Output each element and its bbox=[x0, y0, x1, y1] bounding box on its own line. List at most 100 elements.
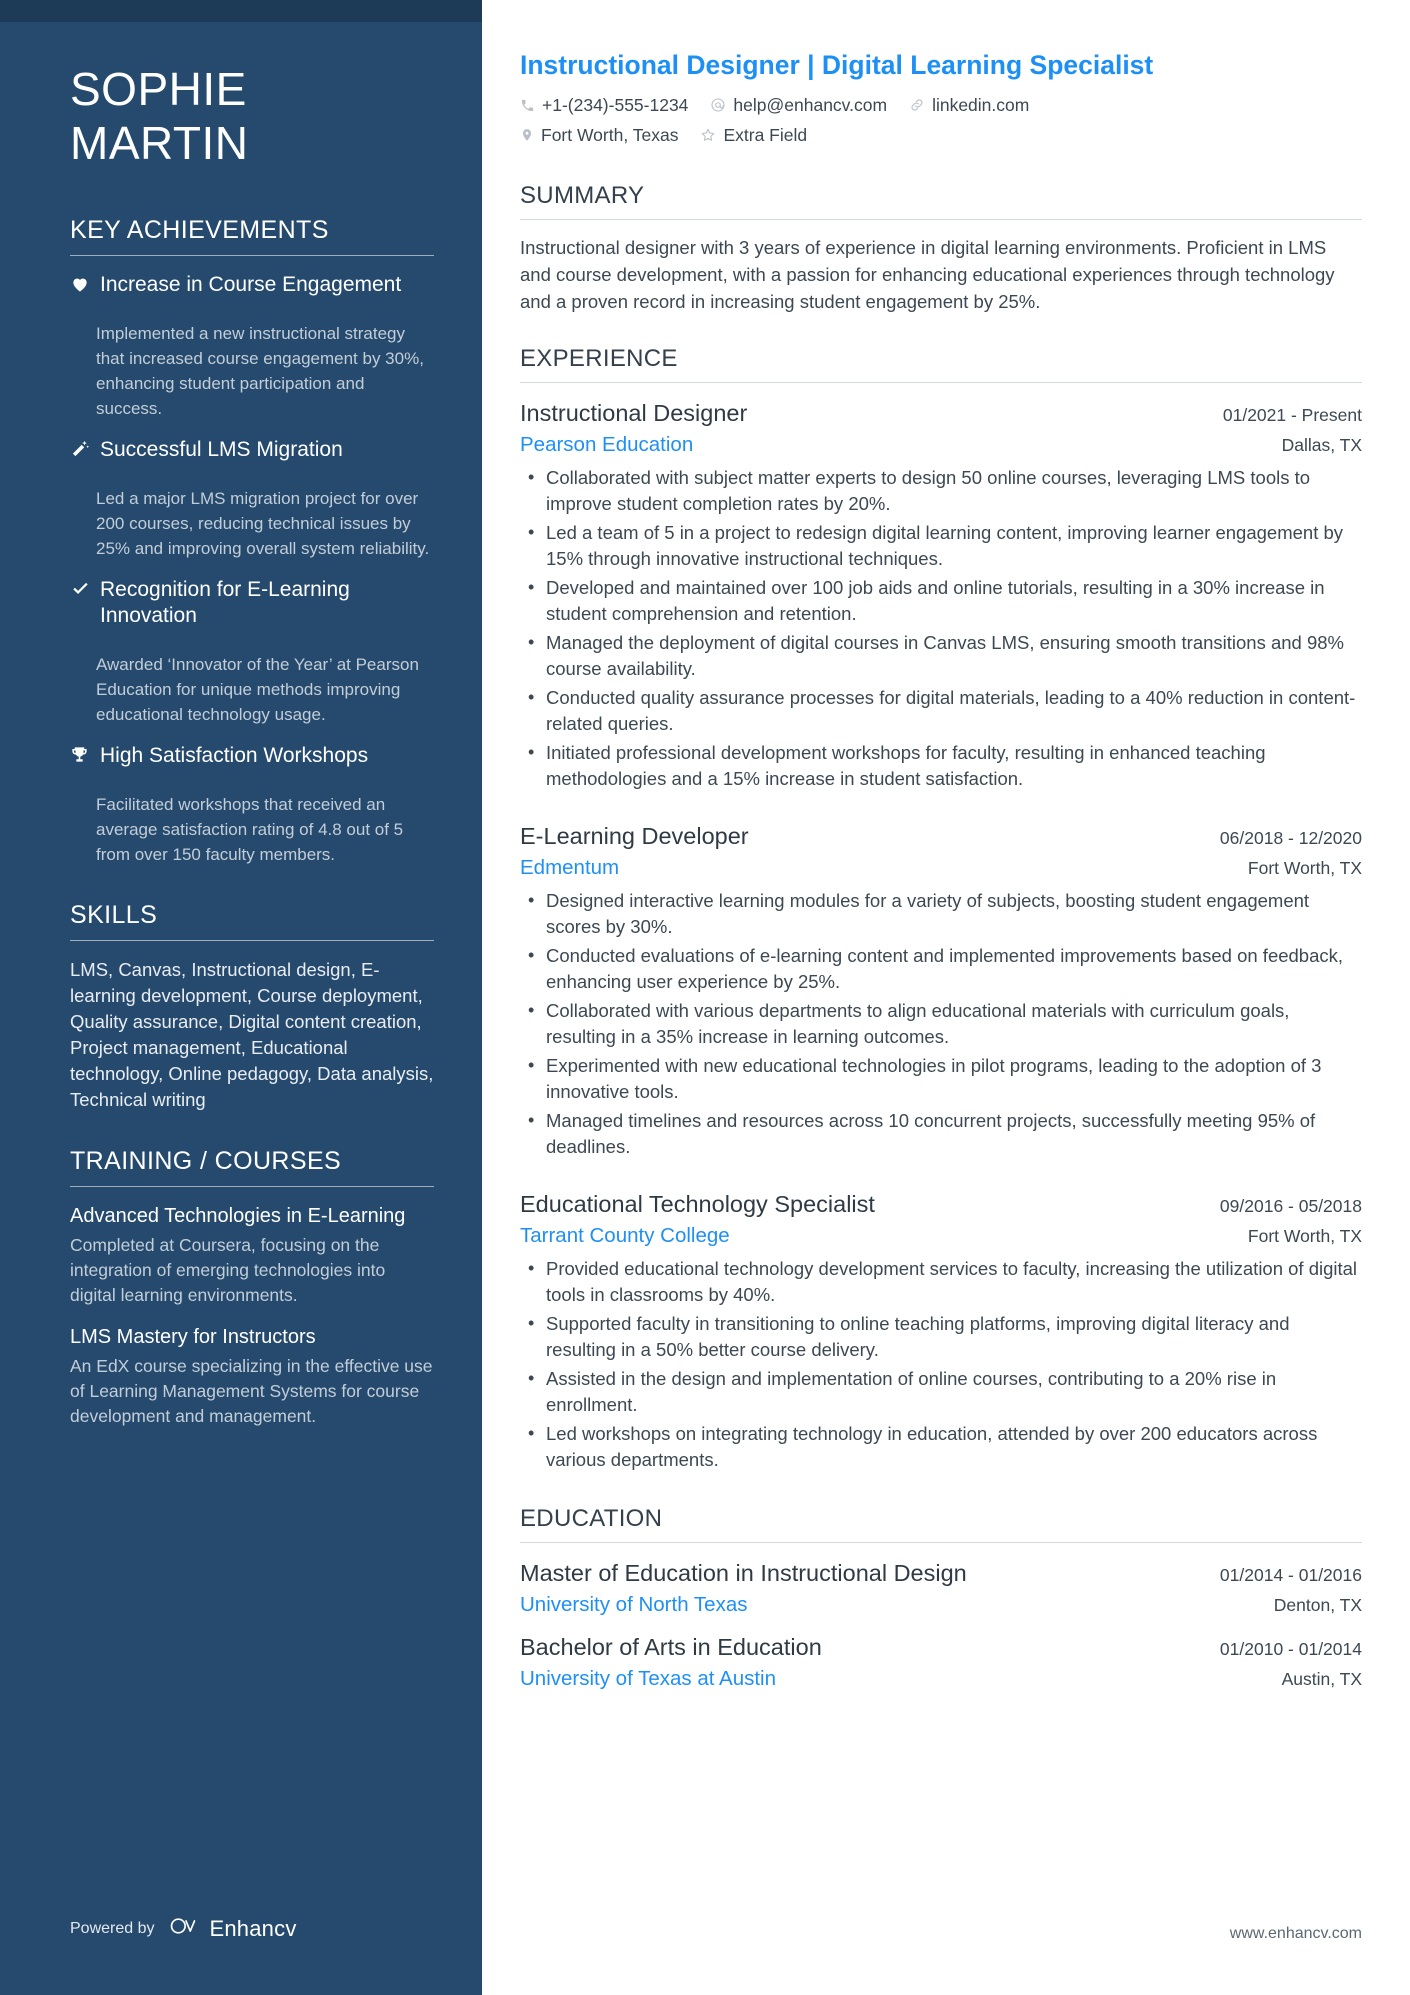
divider bbox=[70, 255, 434, 256]
bullet-item: Developed and maintained over 100 job ai… bbox=[520, 574, 1362, 627]
job-location: Fort Worth, TX bbox=[1247, 858, 1362, 878]
heart-icon bbox=[70, 272, 100, 303]
school-name[interactable]: University of North Texas bbox=[520, 1590, 747, 1619]
achievement-item: Increase in Course Engagement bbox=[70, 272, 434, 303]
contact-phone[interactable]: +1-(234)-555-1234 bbox=[520, 92, 688, 118]
job-bullets: Designed interactive learning modules fo… bbox=[520, 887, 1362, 1160]
footer-website-url[interactable]: www.enhancv.com bbox=[1230, 1925, 1362, 1943]
phone-icon bbox=[520, 98, 535, 113]
sidebar: SOPHIE MARTIN KEY ACHIEVEMENTS Increase … bbox=[0, 0, 482, 1995]
experience-section: EXPERIENCE Instructional Designer 01/202… bbox=[520, 345, 1362, 1473]
bullet-item: Supported faculty in transitioning to on… bbox=[520, 1310, 1362, 1363]
contact-extra-field: Extra Field bbox=[700, 122, 807, 148]
bullet-item: Assisted in the design and implementatio… bbox=[520, 1365, 1362, 1418]
key-achievements-section: KEY ACHIEVEMENTS Increase in Course Enga… bbox=[70, 216, 434, 867]
job-role: E-Learning Developer bbox=[520, 823, 749, 849]
education-heading: EDUCATION bbox=[520, 1505, 663, 1532]
experience-entry: Instructional Designer 01/2021 - Present… bbox=[520, 397, 1362, 792]
contact-row-primary: +1-(234)-555-1234 help@enhancv.com linke… bbox=[520, 92, 1362, 118]
contact-info: +1-(234)-555-1234 help@enhancv.com linke… bbox=[520, 92, 1362, 148]
bullet-item: Experimented with new educational techno… bbox=[520, 1052, 1362, 1105]
achievement-item: High Satisfaction Workshops bbox=[70, 743, 434, 774]
job-location: Dallas, TX bbox=[1281, 435, 1362, 455]
divider bbox=[520, 219, 1362, 220]
enhancv-logo-icon bbox=[169, 1915, 203, 1943]
job-company[interactable]: Edmentum bbox=[520, 853, 619, 882]
experience-heading: EXPERIENCE bbox=[520, 345, 678, 372]
skills-section: SKILLS LMS, Canvas, Instructional design… bbox=[70, 901, 434, 1113]
key-achievements-heading: KEY ACHIEVEMENTS bbox=[70, 216, 329, 244]
resume-page: SOPHIE MARTIN KEY ACHIEVEMENTS Increase … bbox=[0, 0, 1410, 1995]
contact-phone-text: +1-(234)-555-1234 bbox=[542, 95, 689, 115]
bullet-item: Collaborated with subject matter experts… bbox=[520, 464, 1362, 517]
training-description: An EdX course specializing in the effect… bbox=[70, 1356, 433, 1426]
achievement-title: Increase in Course Engagement bbox=[100, 273, 402, 296]
skills-heading: SKILLS bbox=[70, 901, 158, 929]
achievement-title: Recognition for E-Learning Innovation bbox=[100, 578, 350, 627]
summary-heading: SUMMARY bbox=[520, 182, 645, 209]
bullet-item: Collaborated with various departments to… bbox=[520, 997, 1362, 1050]
magic-wand-icon bbox=[70, 437, 100, 468]
training-title: LMS Mastery for Instructors bbox=[70, 1326, 316, 1348]
divider bbox=[520, 1542, 1362, 1543]
job-date: 09/2016 - 05/2018 bbox=[1219, 1196, 1362, 1216]
job-location: Fort Worth, TX bbox=[1247, 1226, 1362, 1246]
job-bullets: Provided educational technology developm… bbox=[520, 1255, 1362, 1473]
main-content: Instructional Designer | Digital Learnin… bbox=[482, 0, 1410, 1995]
candidate-name: SOPHIE MARTIN bbox=[70, 66, 434, 166]
degree-title: Bachelor of Arts in Education bbox=[520, 1634, 822, 1660]
job-company[interactable]: Pearson Education bbox=[520, 430, 693, 459]
bullet-item: Designed interactive learning modules fo… bbox=[520, 887, 1362, 940]
training-courses-heading: TRAINING / COURSES bbox=[70, 1147, 342, 1175]
school-location: Austin, TX bbox=[1281, 1669, 1362, 1689]
contact-row-secondary: Fort Worth, Texas Extra Field bbox=[520, 122, 1362, 148]
degree-date: 01/2010 - 01/2014 bbox=[1219, 1639, 1362, 1659]
achievement-item: Successful LMS Migration bbox=[70, 437, 434, 468]
bullet-item: Managed timelines and resources across 1… bbox=[520, 1107, 1362, 1160]
email-icon bbox=[710, 97, 726, 113]
divider bbox=[70, 1186, 434, 1187]
powered-by-label: Powered by bbox=[70, 1920, 155, 1937]
achievement-description: Implemented a new instructional strategy… bbox=[96, 324, 424, 418]
job-date: 06/2018 - 12/2020 bbox=[1219, 828, 1362, 848]
last-name: MARTIN bbox=[70, 117, 249, 169]
bullet-item: Led workshops on integrating technology … bbox=[520, 1420, 1362, 1473]
achievement-description: Facilitated workshops that received an a… bbox=[96, 795, 404, 864]
contact-location: Fort Worth, Texas bbox=[520, 122, 678, 148]
contact-email[interactable]: help@enhancv.com bbox=[710, 92, 887, 118]
first-name: SOPHIE bbox=[70, 63, 247, 115]
education-section: EDUCATION Master of Education in Instruc… bbox=[520, 1505, 1362, 1693]
training-description: Completed at Coursera, focusing on the i… bbox=[70, 1235, 386, 1305]
link-icon bbox=[909, 97, 925, 113]
degree-date: 01/2014 - 01/2016 bbox=[1219, 1565, 1362, 1585]
contact-location-text: Fort Worth, Texas bbox=[541, 125, 679, 145]
achievement-title: Successful LMS Migration bbox=[100, 438, 343, 461]
achievement-description: Led a major LMS migration project for ov… bbox=[96, 489, 430, 558]
bullet-item: Conducted evaluations of e-learning cont… bbox=[520, 942, 1362, 995]
degree-title: Master of Education in Instructional Des… bbox=[520, 1560, 967, 1586]
achievement-item: Recognition for E-Learning Innovation bbox=[70, 577, 434, 634]
experience-entry: E-Learning Developer 06/2018 - 12/2020 E… bbox=[520, 820, 1362, 1160]
job-bullets: Collaborated with subject matter experts… bbox=[520, 464, 1362, 792]
divider bbox=[70, 940, 434, 941]
job-company[interactable]: Tarrant County College bbox=[520, 1221, 730, 1250]
school-name[interactable]: University of Texas at Austin bbox=[520, 1664, 776, 1693]
training-courses-section: TRAINING / COURSES Advanced Technologies… bbox=[70, 1147, 434, 1429]
training-item: LMS Mastery for Instructors An EdX cours… bbox=[70, 1324, 434, 1429]
contact-extra-field-text: Extra Field bbox=[723, 125, 808, 145]
job-role: Instructional Designer bbox=[520, 400, 748, 426]
bullet-item: Led a team of 5 in a project to redesign… bbox=[520, 519, 1362, 572]
location-pin-icon bbox=[520, 127, 534, 143]
summary-section: SUMMARY Instructional designer with 3 ye… bbox=[520, 182, 1362, 315]
experience-entry: Educational Technology Specialist 09/201… bbox=[520, 1188, 1362, 1473]
job-role: Educational Technology Specialist bbox=[520, 1191, 875, 1217]
check-icon bbox=[70, 577, 100, 634]
contact-linkedin[interactable]: linkedin.com bbox=[909, 92, 1029, 118]
trophy-icon bbox=[70, 743, 100, 774]
headline-title: Instructional Designer | Digital Learnin… bbox=[520, 50, 1154, 80]
divider bbox=[520, 382, 1362, 383]
contact-email-text: help@enhancv.com bbox=[733, 95, 888, 115]
bullet-item: Provided educational technology developm… bbox=[520, 1255, 1362, 1308]
training-title: Advanced Technologies in E-Learning bbox=[70, 1205, 406, 1227]
skills-list: LMS, Canvas, Instructional design, E-lea… bbox=[70, 959, 434, 1110]
